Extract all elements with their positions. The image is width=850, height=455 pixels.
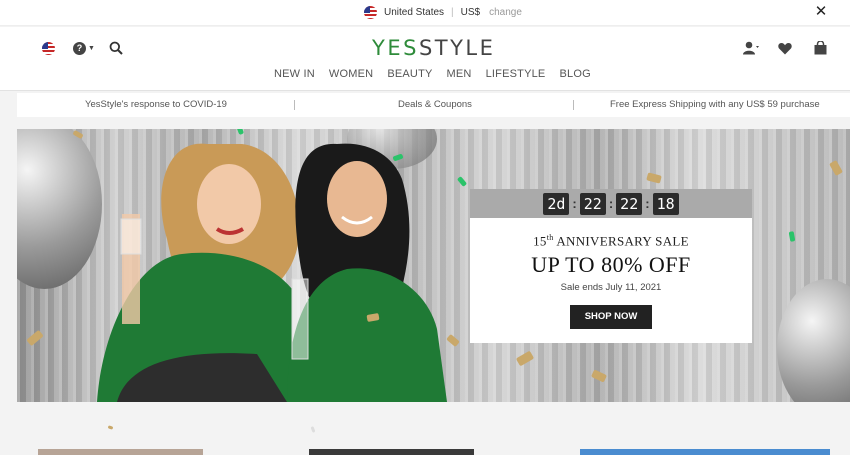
nav-item-men[interactable]: MEN: [447, 68, 472, 80]
us-flag-icon: [364, 6, 377, 19]
shop-now-button[interactable]: SHOP NOW: [570, 305, 652, 329]
anniversary-title: 15th ANNIVERSARY SALE: [470, 233, 752, 249]
content-preview-strip: [0, 402, 850, 455]
product-tile[interactable]: [38, 449, 203, 455]
main-nav: NEW IN WOMEN BEAUTY MEN LIFESTYLE BLOG: [274, 68, 605, 80]
nav-item-lifestyle[interactable]: LIFESTYLE: [486, 68, 546, 80]
locale-separator: |: [451, 7, 454, 18]
countdown-colon: :: [645, 196, 650, 211]
product-tile[interactable]: [580, 449, 830, 455]
hero-banner[interactable]: 2d : 22 : 22 : 18 15th ANNIVERSARY SALE …: [17, 129, 850, 402]
anniversary-suffix: th: [546, 233, 554, 242]
confetti: [107, 425, 114, 430]
header-left-tools: ? ▼: [42, 41, 123, 55]
nav-item-women[interactable]: WOMEN: [329, 68, 373, 80]
sale-card: 2d : 22 : 22 : 18 15th ANNIVERSARY SALE …: [470, 189, 752, 343]
site-header: ? ▼ YESSTYLE NEW IN WOMEN BEAUTY MEN LIF…: [0, 27, 850, 91]
countdown-timer: 2d : 22 : 22 : 18: [470, 189, 752, 218]
help-icon[interactable]: ?: [73, 41, 86, 55]
bag-icon[interactable]: [814, 41, 827, 55]
locale-selector[interactable]: United States | US$ change: [364, 6, 522, 19]
locale-bar: United States | US$ change ✕: [0, 0, 850, 26]
promo-deals-link[interactable]: Deals & Coupons: [398, 99, 472, 110]
nav-item-beauty[interactable]: BEAUTY: [387, 68, 432, 80]
countdown-colon: :: [608, 196, 614, 211]
confetti: [310, 426, 316, 433]
heart-icon[interactable]: [778, 42, 792, 55]
sale-end-date: Sale ends July 11, 2021: [560, 282, 662, 293]
chevron-down-icon: ▼: [88, 44, 95, 52]
countdown-seconds: 18: [652, 192, 679, 215]
locale-change-link[interactable]: change: [489, 7, 522, 18]
promo-strip: YesStyle's response to COVID-19 Deals & …: [17, 93, 850, 117]
promo-covid-link[interactable]: YesStyle's response to COVID-19: [85, 99, 227, 110]
countdown-colon: :: [572, 196, 577, 211]
nav-item-blog[interactable]: BLOG: [559, 68, 590, 80]
logo-yes: YES: [372, 36, 419, 60]
locale-country: United States: [384, 7, 445, 18]
header-right-tools: [743, 41, 827, 55]
search-icon[interactable]: [109, 41, 123, 55]
logo-style: STYLE: [418, 36, 496, 60]
models-photo: [97, 143, 447, 402]
nav-item-new-in[interactable]: NEW IN: [274, 68, 315, 80]
anniversary-number: 15: [533, 233, 547, 249]
sale-headline: UP TO 80% OFF: [531, 252, 691, 277]
product-tile[interactable]: [309, 449, 474, 455]
countdown-days: 2d: [543, 192, 570, 215]
anniversary-text: ANNIVERSARY SALE: [553, 233, 689, 249]
countdown-minutes: 22: [616, 192, 643, 215]
region-flag-icon[interactable]: [42, 41, 55, 55]
close-icon[interactable]: ✕: [814, 4, 828, 19]
promo-shipping-link[interactable]: Free Express Shipping with any US$ 59 pu…: [610, 99, 820, 110]
locale-currency: US$: [460, 7, 481, 18]
divider: [573, 100, 574, 110]
countdown-hours: 22: [579, 192, 606, 215]
user-icon[interactable]: [743, 41, 759, 55]
yesstyle-logo[interactable]: YESSTYLE: [372, 36, 495, 60]
divider: [294, 100, 295, 110]
